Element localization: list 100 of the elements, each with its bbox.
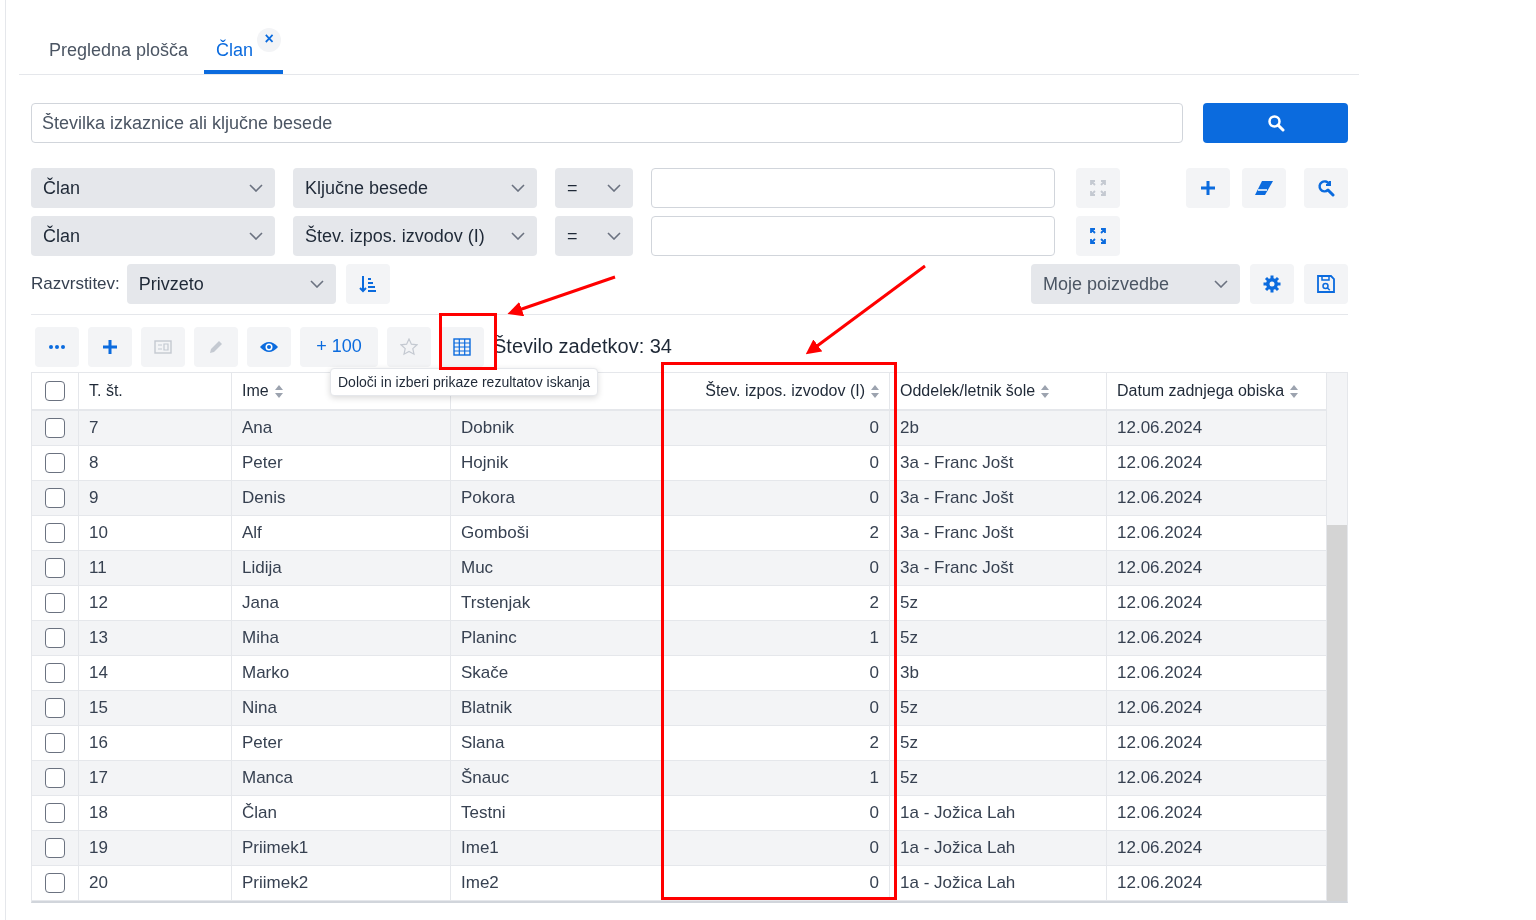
attribute-select[interactable]: Ključne besede [293, 168, 537, 208]
row-checkbox[interactable] [45, 628, 65, 648]
table-cell: Planinc [461, 628, 517, 648]
table-cell: 0 [869, 803, 879, 823]
table-cell: Šnauc [461, 768, 510, 788]
search-icon [1317, 179, 1335, 197]
table-cell: 20 [89, 873, 108, 893]
table-cell: 5z [900, 698, 918, 718]
saved-queries-select[interactable]: Moje poizvedbe [1031, 264, 1240, 304]
tooltip: Določi in izberi prikaze rezultatov iskanja [330, 368, 599, 396]
search-field[interactable]: Številka izkaznice ali ključne besede [31, 103, 1183, 143]
attribute-select[interactable]: Štev. izpos. izvodov (I) [293, 216, 537, 256]
tab[interactable]: Pregledna plošča [37, 28, 201, 74]
plus-icon [1200, 180, 1216, 196]
table-cell: Peter [242, 453, 283, 473]
table-cell: Pokora [461, 488, 515, 508]
load-more-button[interactable]: + 100 [300, 326, 378, 367]
table-cell: 3a - Franc Jošt [900, 523, 1014, 543]
table-cell: 7 [89, 418, 99, 438]
row-checkbox[interactable] [45, 558, 65, 578]
table-cell: 12.06.2024 [1117, 488, 1203, 508]
table-cell: Denis [242, 488, 286, 508]
scrollbar-thumb[interactable] [1327, 525, 1347, 901]
save-query-button[interactable] [1304, 264, 1348, 304]
row-checkbox[interactable] [45, 418, 65, 438]
star-icon [400, 337, 418, 356]
table-cell: 12.06.2024 [1117, 733, 1203, 753]
columns-icon [453, 337, 471, 356]
table-cell: 5z [900, 628, 918, 648]
table-cell: 3a - Franc Jošt [900, 453, 1014, 473]
value-field[interactable] [651, 216, 1055, 256]
row-checkbox[interactable] [45, 838, 65, 858]
add-filter-button[interactable] [1186, 168, 1230, 208]
table-cell: Priimek2 [242, 873, 309, 893]
table-cell: 0 [869, 698, 879, 718]
table-cell: Skače [461, 663, 509, 683]
operator-select[interactable]: = [555, 216, 633, 256]
column-header[interactable]: Štev. izpos. izvodov (I) [705, 382, 865, 400]
row-checkbox[interactable] [45, 733, 65, 753]
table-cell: 18 [89, 803, 108, 823]
table-cell: 2 [869, 733, 879, 753]
table-cell: Alf [242, 523, 262, 543]
chevron-down-icon [1214, 280, 1228, 288]
column-header[interactable]: Datum zadnjega obiska [1117, 382, 1285, 400]
table-cell: 17 [89, 768, 108, 788]
table-cell: 3b [900, 663, 919, 683]
clear-button[interactable] [1242, 168, 1286, 208]
add-button[interactable] [88, 326, 132, 367]
row-checkbox[interactable] [45, 803, 65, 823]
table-cell: 0 [869, 418, 879, 438]
row-checkbox[interactable] [45, 593, 65, 613]
sort-icon[interactable] [871, 384, 879, 398]
save-icon [1316, 274, 1336, 294]
value-field[interactable] [651, 168, 1055, 208]
table-cell: Miha [242, 628, 279, 648]
field-select[interactable]: Član [31, 216, 275, 256]
eye-icon [259, 339, 279, 354]
column-header[interactable]: T. št. [89, 382, 123, 400]
column-header[interactable]: Oddelek/letnik šole [900, 382, 1036, 400]
row-checkbox[interactable] [45, 663, 65, 683]
sort-label: Razvrstitev: [31, 274, 120, 294]
sort-order-button[interactable] [345, 264, 390, 304]
row-checkbox[interactable] [45, 523, 65, 543]
scrollbar[interactable] [1327, 373, 1347, 901]
row-checkbox[interactable] [45, 488, 65, 508]
table-cell: 5z [900, 768, 918, 788]
columns-button[interactable] [440, 326, 484, 367]
table-cell: 12.06.2024 [1117, 803, 1203, 823]
row-checkbox[interactable] [45, 698, 65, 718]
table-cell: Ime1 [461, 838, 499, 858]
table-cell: 1a - Jožica Lah [900, 873, 1016, 893]
table-cell: 14 [89, 663, 108, 683]
row-checkbox[interactable] [45, 768, 65, 788]
table-cell: 2 [869, 523, 879, 543]
expand-button[interactable] [1076, 216, 1120, 256]
table-cell: 5z [900, 593, 918, 613]
table-cell: Nina [242, 698, 277, 718]
row-checkbox[interactable] [45, 873, 65, 893]
search-refresh-button[interactable] [1304, 168, 1348, 208]
sort-select[interactable]: Privzeto [126, 264, 336, 304]
chevron-down-icon [309, 280, 324, 288]
operator-select[interactable]: = [555, 168, 633, 208]
table-cell: 11 [89, 558, 107, 578]
column-header[interactable]: Ime [242, 382, 269, 400]
table-cell: 1 [869, 628, 879, 648]
table-cell: 1a - Jožica Lah [900, 803, 1016, 823]
select-all-checkbox[interactable] [45, 381, 65, 401]
tab[interactable]: Član × [204, 28, 284, 74]
field-select[interactable]: Član [31, 168, 275, 208]
settings-button[interactable] [1250, 264, 1294, 304]
chevron-down-icon [511, 184, 525, 192]
table-cell: Muc [461, 558, 494, 578]
close-icon[interactable]: × [257, 28, 282, 52]
table-cell: 12.06.2024 [1117, 698, 1203, 718]
sort-icon[interactable] [1041, 384, 1050, 398]
sort-icon[interactable] [1290, 384, 1299, 398]
row-checkbox[interactable] [45, 453, 65, 473]
view-button[interactable] [247, 326, 291, 367]
sort-icon[interactable] [274, 384, 283, 398]
table-cell: Ana [242, 418, 273, 438]
